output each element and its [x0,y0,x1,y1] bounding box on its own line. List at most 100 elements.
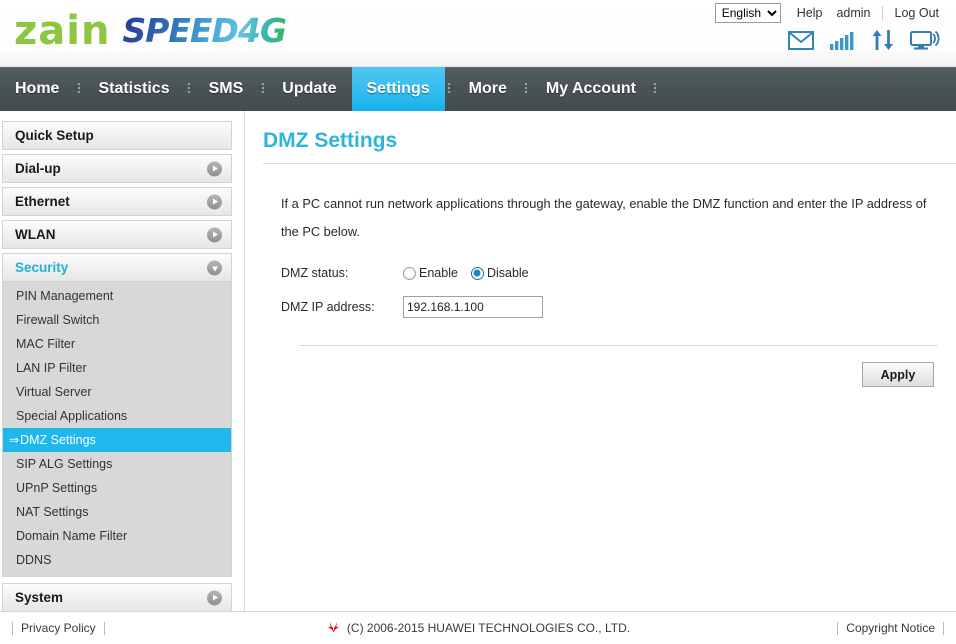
data-traffic-icon[interactable] [872,30,894,50]
radio-circle-icon [403,266,416,280]
sidebar-item-sip-alg-settings[interactable]: ⇒SIP ALG Settings [3,452,231,476]
nav-item-update[interactable]: Update [267,67,351,111]
nav-item-more[interactable]: More [454,67,522,111]
signal-bars-icon[interactable] [830,31,856,50]
zain-wordmark: zain [14,8,111,54]
copyright-text: (C) 2006-2015 HUAWEI TECHNOLOGIES CO., L… [346,621,631,635]
sidebar-sub-label: SIP ALG Settings [16,457,113,471]
sidebar-label: WLAN [15,227,56,242]
chevron-right-icon [207,590,222,605]
help-link[interactable]: Help [797,6,823,20]
sidebar-item-upnp-settings[interactable]: ⇒UPnP Settings [3,476,231,500]
footer-divider [12,621,13,635]
connected-device-icon[interactable] [910,30,940,50]
sidebar-label: Security [15,260,69,275]
sidebar-sub-label: MAC Filter [16,337,76,351]
header-links: English Help admin Log Out [714,3,946,23]
nav-item-home[interactable]: Home [0,67,74,111]
dmz-status-enable-radio[interactable]: Enable [403,266,458,280]
footer-divider [943,621,944,635]
nav-separator [258,67,267,111]
nav-item-settings[interactable]: Settings [351,67,445,111]
nav-separator [185,67,194,111]
status-icons [788,30,940,50]
chevron-down-icon [207,260,222,275]
sidebar-sub-label: Special Applications [16,409,128,423]
sidebar: Quick Setup Dial-up Ethernet WLAN Securi… [0,111,245,612]
sidebar-item-quick-setup[interactable]: Quick Setup [2,121,232,150]
dmz-description: If a PC cannot run network applications … [281,196,927,239]
sidebar-label: System [15,590,64,605]
dmz-ip-row: DMZ IP address: [281,292,956,322]
sidebar-sub-label: DDNS [16,553,52,567]
dmz-status-radio-group: Enable Disable [403,266,529,280]
radio-label: Enable [419,266,458,280]
main-navigation: Home Statistics SMS Update Settings More… [0,67,956,111]
footer-divider [837,621,839,635]
page-body: Quick Setup Dial-up Ethernet WLAN Securi… [0,111,956,612]
sidebar-sub-label: DMZ Settings [20,433,96,447]
radio-circle-icon [470,266,484,280]
footer-right: Copyright Notice [829,621,956,635]
privacy-policy-link[interactable]: Privacy Policy [21,621,96,635]
nav-item-sms[interactable]: SMS [194,67,259,111]
sidebar-item-virtual-server[interactable]: ⇒Virtual Server [3,380,231,404]
sidebar-sub-label: Firewall Switch [16,313,100,327]
page-header: zain SPEED4G English Help admin Log Out [0,0,956,67]
page-footer: Privacy Policy (C) 2006-2015 HUAWEI TECH… [0,611,956,644]
dmz-status-row: DMZ status: Enable Disable [281,258,956,288]
sidebar-item-wlan[interactable]: WLAN [2,220,232,249]
footer-center: (C) 2006-2015 HUAWEI TECHNOLOGIES CO., L… [0,620,956,636]
sidebar-submenu-security: ⇒PIN Management ⇒Firewall Switch ⇒MAC Fi… [2,282,232,577]
main-content: DMZ Settings If a PC cannot run network … [245,111,956,611]
dmz-status-disable-radio[interactable]: Disable [470,266,529,280]
sidebar-sub-label: UPnP Settings [16,481,98,495]
sidebar-group-wlan: WLAN [2,220,232,249]
sidebar-sub-label: LAN IP Filter [16,361,87,375]
sidebar-group-ethernet: Ethernet [2,187,232,216]
speed4g-wordmark: SPEED4G [122,11,286,50]
selected-marker-icon: ⇒ [9,433,20,447]
apply-row: Apply [281,346,956,387]
brand-logo: zain SPEED4G [14,8,287,54]
copyright-notice-link[interactable]: Copyright Notice [846,621,935,635]
apply-button[interactable]: Apply [862,362,934,387]
dmz-ip-label: DMZ IP address: [281,300,375,314]
language-select[interactable]: English [714,3,781,23]
sidebar-group-quick-setup: Quick Setup [2,121,232,150]
sidebar-label: Quick Setup [15,128,94,143]
chevron-right-icon [207,227,222,242]
nav-item-statistics[interactable]: Statistics [83,67,184,111]
sidebar-item-lan-ip-filter[interactable]: ⇒LAN IP Filter [3,356,231,380]
huawei-logo-icon [326,620,341,636]
sidebar-group-system: System [2,583,232,612]
sidebar-item-domain-name-filter[interactable]: ⇒Domain Name Filter [3,524,231,548]
sidebar-sub-label: Domain Name Filter [16,529,128,543]
nav-separator [522,67,531,111]
nav-item-my-account[interactable]: My Account [531,67,651,111]
sidebar-item-security[interactable]: Security [2,253,232,282]
sidebar-item-special-applications[interactable]: ⇒Special Applications [3,404,231,428]
nav-separator [445,67,454,111]
dmz-ip-input[interactable] [403,296,543,318]
page-title: DMZ Settings [263,129,398,152]
sidebar-group-dial-up: Dial-up [2,154,232,183]
sidebar-item-ethernet[interactable]: Ethernet [2,187,232,216]
sidebar-item-mac-filter[interactable]: ⇒MAC Filter [3,332,231,356]
sidebar-item-nat-settings[interactable]: ⇒NAT Settings [3,500,231,524]
envelope-icon[interactable] [788,31,814,50]
sidebar-label: Dial-up [15,161,61,176]
sidebar-item-pin-management[interactable]: ⇒PIN Management [3,284,231,308]
sidebar-item-firewall-switch[interactable]: ⇒Firewall Switch [3,308,231,332]
sidebar-sub-label: NAT Settings [16,505,89,519]
sidebar-item-ddns[interactable]: ⇒DDNS [3,548,231,572]
admin-link[interactable]: admin [836,6,870,20]
sidebar-item-dmz-settings[interactable]: ⇒ DMZ Settings [3,428,231,452]
logout-link[interactable]: Log Out [881,6,939,20]
dmz-status-label: DMZ status: [281,266,349,280]
radio-label: Disable [486,266,529,280]
sidebar-item-system[interactable]: System [2,583,232,612]
dmz-settings-panel: If a PC cannot run network applications … [263,164,956,387]
sidebar-item-dial-up[interactable]: Dial-up [2,154,232,183]
footer-left: Privacy Policy [0,621,113,635]
